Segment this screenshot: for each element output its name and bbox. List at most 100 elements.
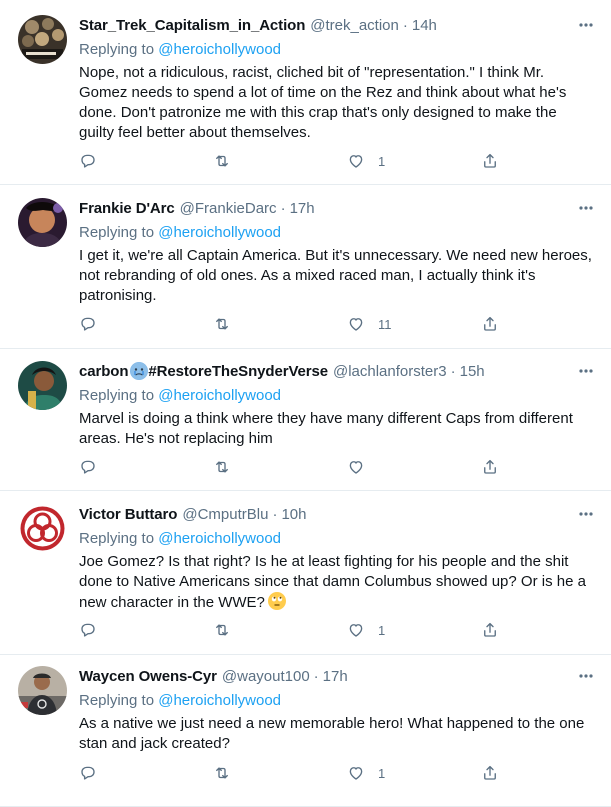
- tweet-actions: 1: [79, 764, 519, 784]
- like-button[interactable]: [347, 458, 378, 476]
- replying-to: Replying to @heroichollywood: [79, 386, 593, 406]
- tweet-text: I get it, we're all Captain America. But…: [79, 247, 592, 304]
- retweet-button[interactable]: [213, 315, 231, 333]
- retweet-icon: [216, 318, 228, 330]
- like-button[interactable]: 1: [347, 152, 385, 170]
- replying-prefix: Replying to: [79, 387, 155, 404]
- retweet-icon: [216, 624, 228, 636]
- display-name[interactable]: Victor Buttaro: [79, 506, 177, 523]
- replying-to: Replying to @heroichollywood: [79, 223, 593, 243]
- user-handle[interactable]: @trek_action: [310, 17, 399, 34]
- separator-dot: ·: [280, 199, 286, 217]
- reply-button[interactable]: [79, 621, 97, 639]
- replying-prefix: Replying to: [79, 224, 155, 241]
- heart-icon: [349, 767, 363, 780]
- retweet-button[interactable]: [213, 621, 231, 639]
- share-button[interactable]: [481, 152, 499, 170]
- replying-to-link[interactable]: @heroichollywood: [158, 224, 281, 241]
- reply-icon: [81, 623, 95, 637]
- replying-to: Replying to @heroichollywood: [79, 691, 593, 711]
- replying-prefix: Replying to: [79, 692, 155, 709]
- like-button[interactable]: 1: [347, 764, 385, 782]
- replying-to-link[interactable]: @heroichollywood: [158, 530, 281, 547]
- user-handle[interactable]: @CmputrBlu: [182, 506, 268, 523]
- reply-icon: [81, 154, 95, 168]
- like-button[interactable]: 1: [347, 621, 385, 639]
- tweet[interactable]: Waycen Owens-Cyr @wayout100 · 17h Replyi…: [0, 655, 611, 807]
- avatar[interactable]: [18, 15, 67, 64]
- reply-feed: Star_Trek_Capitalism_in_Action @trek_act…: [0, 0, 611, 807]
- timestamp[interactable]: 17h: [290, 200, 315, 217]
- avatar[interactable]: [18, 361, 67, 410]
- replying-prefix: Replying to: [79, 41, 155, 58]
- reply-button[interactable]: [79, 152, 97, 170]
- more-dots-icon[interactable]: [575, 200, 597, 216]
- avatar[interactable]: [18, 198, 67, 247]
- avatar[interactable]: [18, 666, 67, 715]
- reply-icon: [81, 460, 95, 474]
- tweet-text: Joe Gomez? Is that right? Is he at least…: [79, 552, 593, 613]
- like-button[interactable]: 11: [347, 315, 392, 333]
- separator-dot: ·: [272, 505, 278, 523]
- crying-face-emoji-icon: [130, 362, 149, 380]
- share-button[interactable]: [481, 621, 499, 639]
- heart-icon: [349, 318, 363, 331]
- tweet[interactable]: Frankie D'Arc @FrankieDarc · 17h Replyin…: [0, 185, 611, 349]
- avatar[interactable]: [18, 504, 67, 553]
- like-count: 1: [378, 622, 386, 638]
- display-name[interactable]: carbon: [79, 363, 129, 380]
- like-count: 1: [378, 765, 386, 781]
- display-name[interactable]: Waycen Owens-Cyr: [79, 668, 217, 685]
- replying-to: Replying to @heroichollywood: [79, 40, 593, 60]
- tweet-actions: 1: [79, 152, 519, 172]
- reply-button[interactable]: [79, 458, 97, 476]
- replying-prefix: Replying to: [79, 530, 155, 547]
- retweet-button[interactable]: [213, 458, 231, 476]
- more-dots-icon[interactable]: [575, 17, 597, 33]
- tweet[interactable]: Victor Buttaro @CmputrBlu · 10h Replying…: [0, 491, 611, 655]
- replying-to: Replying to @heroichollywood: [79, 529, 593, 549]
- tweet-text: Marvel is doing a think where they have …: [79, 410, 573, 447]
- share-icon: [484, 459, 496, 474]
- display-name-hashtag[interactable]: #RestoreTheSnyderVerse: [148, 363, 328, 380]
- heart-icon: [349, 155, 363, 168]
- like-count: 1: [378, 153, 386, 169]
- more-dots-icon[interactable]: [575, 668, 597, 684]
- reply-button[interactable]: [79, 764, 97, 782]
- share-icon: [484, 153, 496, 168]
- replying-to-link[interactable]: @heroichollywood: [158, 692, 281, 709]
- user-handle[interactable]: @wayout100: [222, 668, 310, 685]
- share-icon: [484, 316, 496, 331]
- retweet-button[interactable]: [213, 764, 231, 782]
- timestamp[interactable]: 14h: [412, 17, 437, 34]
- like-count: 11: [378, 316, 392, 332]
- timestamp[interactable]: 17h: [323, 668, 348, 685]
- tweet-actions: [79, 458, 519, 478]
- heart-icon: [349, 461, 363, 474]
- reply-icon: [81, 317, 95, 331]
- share-button[interactable]: [481, 315, 499, 333]
- timestamp[interactable]: 10h: [281, 506, 306, 523]
- tweet[interactable]: carbon #RestoreTheSnyderVerse @lachlanfo…: [0, 349, 611, 491]
- retweet-icon: [216, 461, 228, 473]
- tweet-text: As a native we just need a new memorable…: [79, 715, 585, 752]
- reply-button[interactable]: [79, 315, 97, 333]
- share-button[interactable]: [481, 764, 499, 782]
- retweet-button[interactable]: [213, 152, 231, 170]
- replying-to-link[interactable]: @heroichollywood: [158, 41, 281, 58]
- tweet-actions: 1: [79, 621, 519, 641]
- replying-to-link[interactable]: @heroichollywood: [158, 387, 281, 404]
- display-name[interactable]: Star_Trek_Capitalism_in_Action: [79, 17, 305, 34]
- rolling-eyes-emoji-icon: [267, 592, 286, 610]
- timestamp[interactable]: 15h: [460, 363, 485, 380]
- more-dots-icon[interactable]: [575, 363, 597, 379]
- user-handle[interactable]: @lachlanforster3: [333, 363, 447, 380]
- share-icon: [484, 765, 496, 780]
- tweet[interactable]: Star_Trek_Capitalism_in_Action @trek_act…: [0, 0, 611, 185]
- more-dots-icon[interactable]: [575, 506, 597, 522]
- share-button[interactable]: [481, 458, 499, 476]
- tweet-actions: 11: [79, 315, 519, 335]
- separator-dot: ·: [450, 362, 456, 380]
- user-handle[interactable]: @FrankieDarc: [180, 200, 277, 217]
- display-name[interactable]: Frankie D'Arc: [79, 200, 175, 217]
